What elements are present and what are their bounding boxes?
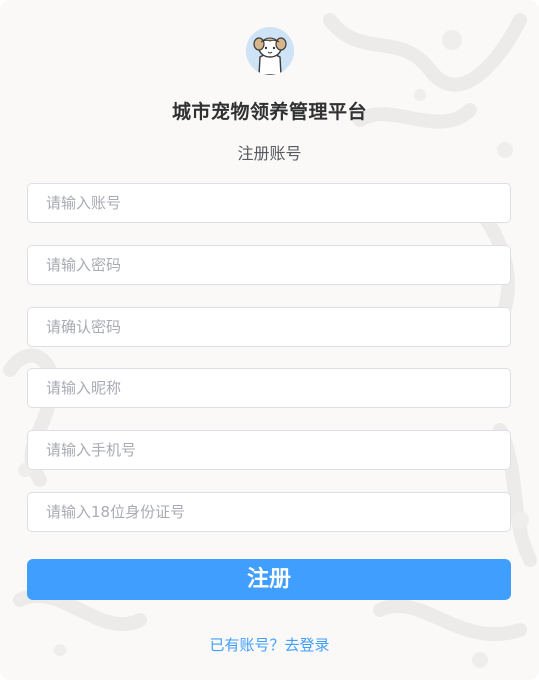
phone-field-wrapper: [27, 430, 511, 470]
nickname-input[interactable]: [28, 369, 510, 407]
account-input[interactable]: [28, 184, 510, 222]
page-subtitle: 注册账号: [237, 144, 302, 163]
go-to-login-link[interactable]: 已有账号？去登录: [0, 634, 539, 655]
nickname-field-wrapper: [27, 368, 511, 408]
password-input[interactable]: [28, 246, 510, 284]
password-field-wrapper: [27, 245, 511, 285]
account-field-wrapper: [27, 183, 511, 223]
confirm-password-input[interactable]: [28, 308, 510, 346]
register-button[interactable]: 注册: [27, 559, 511, 600]
app-title: 城市宠物领养管理平台: [171, 101, 367, 123]
register-card: 城市宠物领养管理平台 注册账号 注册 已有账号？去登录: [0, 0, 539, 680]
register-form-area: 城市宠物领养管理平台 注册账号 注册 已有账号？去登录: [0, 0, 539, 680]
confirm-password-field-wrapper: [27, 307, 511, 347]
phone-input[interactable]: [28, 431, 510, 469]
puppy-avatar-icon: [246, 27, 294, 75]
id-card-field-wrapper: [27, 492, 511, 532]
id-card-input[interactable]: [28, 493, 510, 531]
